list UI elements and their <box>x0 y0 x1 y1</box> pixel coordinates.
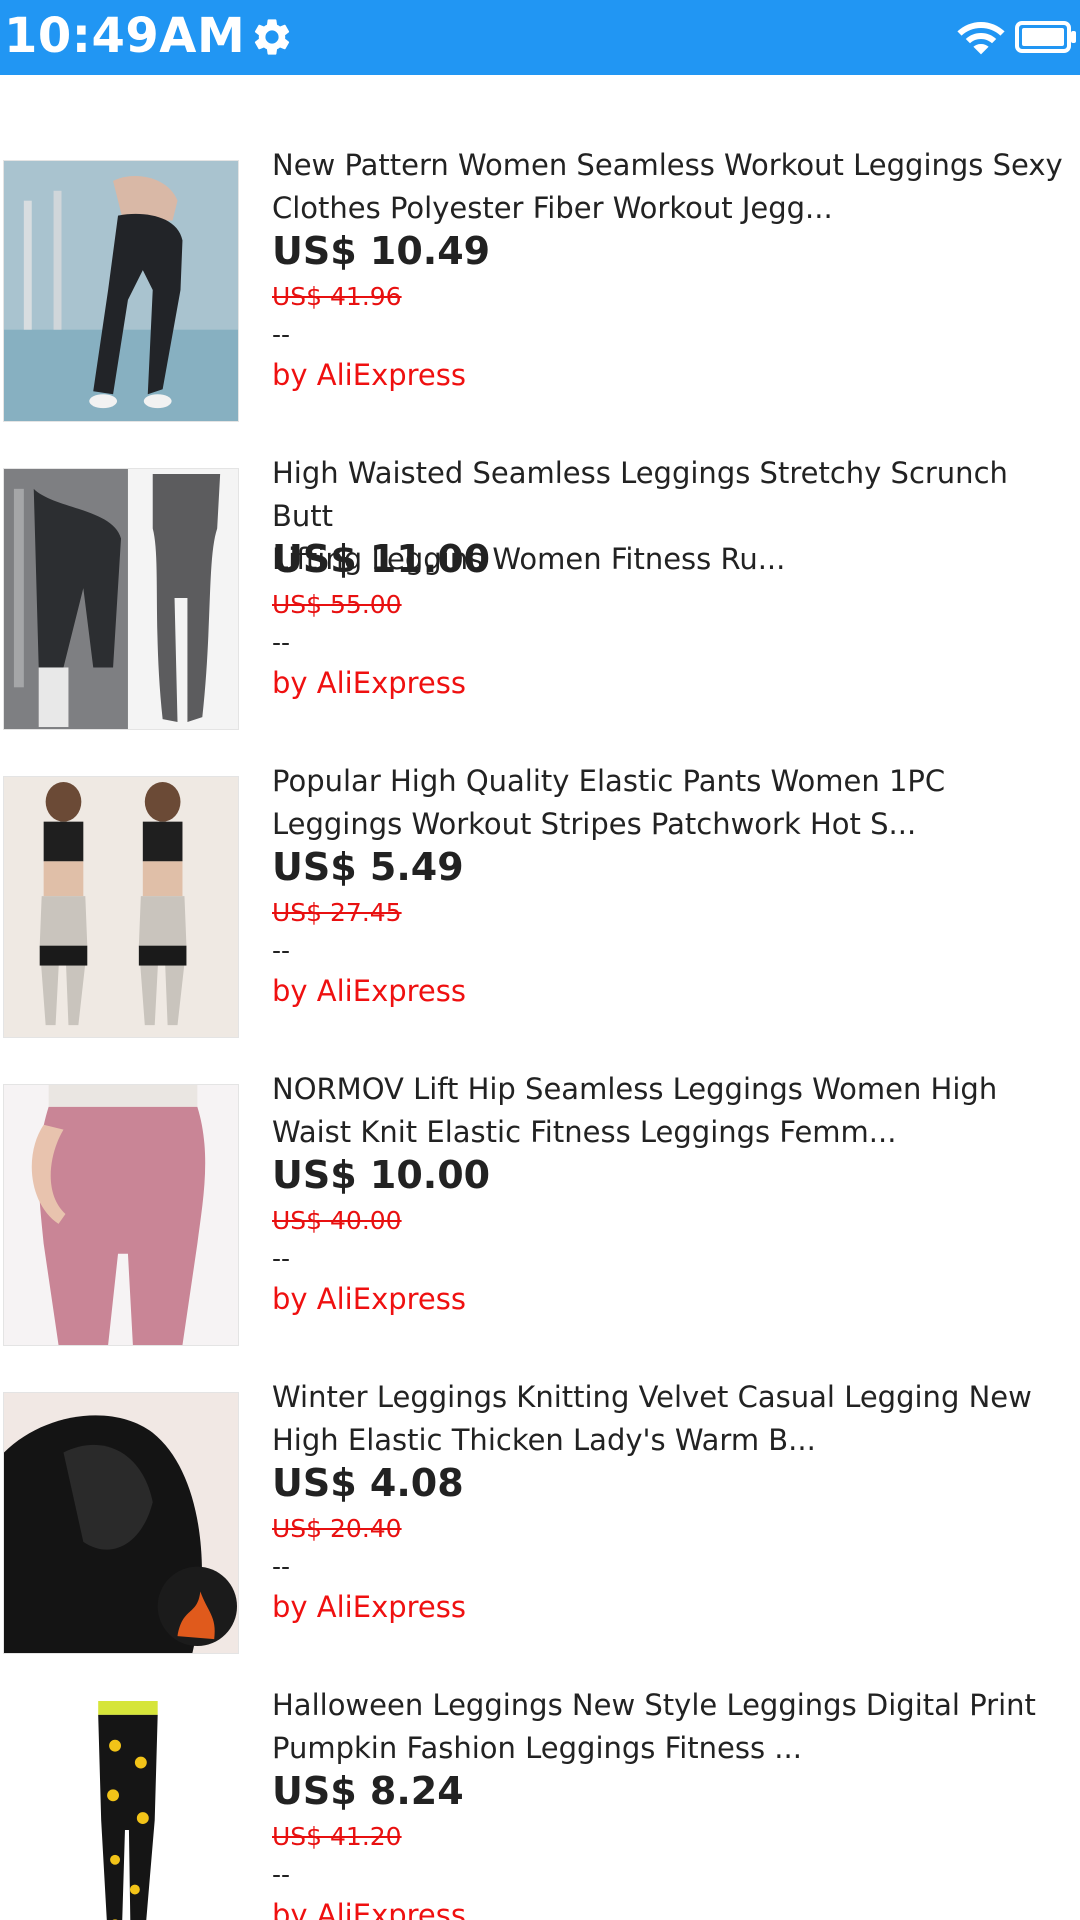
product-title[interactable]: Halloween Leggings New Style Leggings Di… <box>272 1684 1072 1770</box>
product-item[interactable]: Halloween Leggings New Style Leggings Di… <box>0 1688 1080 1920</box>
product-title[interactable]: Winter Leggings Knitting Velvet Casual L… <box>272 1376 1072 1462</box>
product-rating: -- <box>272 1860 291 1889</box>
product-price: US$ 10.00 <box>272 1153 491 1197</box>
product-title[interactable]: NORMOV Lift Hip Seamless Leggings Women … <box>272 1068 1072 1154</box>
product-original-price: US$ 20.40 <box>272 1514 402 1543</box>
product-seller: by AliExpress <box>272 1898 466 1920</box>
product-image[interactable] <box>3 468 239 730</box>
product-item[interactable]: Winter Leggings Knitting Velvet Casual L… <box>0 1380 1080 1700</box>
product-price: US$ 10.49 <box>272 229 491 273</box>
product-image[interactable] <box>3 776 239 1038</box>
product-price: US$ 8.24 <box>272 1769 464 1813</box>
product-image[interactable] <box>3 160 239 422</box>
product-rating: -- <box>272 320 291 349</box>
battery-icon <box>1015 21 1076 53</box>
product-seller: by AliExpress <box>272 666 466 700</box>
status-time: 10:49AM <box>4 8 246 64</box>
product-rating: -- <box>272 628 291 657</box>
product-image[interactable] <box>3 1392 239 1654</box>
product-image[interactable] <box>3 1700 239 1920</box>
product-title[interactable]: New Pattern Women Seamless Workout Leggi… <box>272 144 1072 230</box>
product-rating: -- <box>272 1244 291 1273</box>
product-original-price: US$ 41.20 <box>272 1822 402 1851</box>
status-bar: 10:49AM <box>0 0 1080 75</box>
product-item[interactable]: High Waisted Seamless Leggings Stretchy … <box>0 456 1080 776</box>
product-title[interactable]: Popular High Quality Elastic Pants Women… <box>272 760 1072 846</box>
product-seller: by AliExpress <box>272 974 466 1008</box>
product-original-price: US$ 41.96 <box>272 282 402 311</box>
product-price: US$ 5.49 <box>272 845 464 889</box>
product-price: US$ 4.08 <box>272 1461 464 1505</box>
wifi-icon <box>957 22 1005 55</box>
product-seller: by AliExpress <box>272 358 466 392</box>
product-rating: -- <box>272 936 291 965</box>
product-item[interactable]: Popular High Quality Elastic Pants Women… <box>0 764 1080 1084</box>
product-item[interactable]: New Pattern Women Seamless Workout Leggi… <box>0 148 1080 468</box>
product-original-price: US$ 55.00 <box>272 590 402 619</box>
product-price: US$ 11.00 <box>272 537 491 581</box>
product-original-price: US$ 27.45 <box>272 898 402 927</box>
product-list[interactable]: New Pattern Women Seamless Workout Leggi… <box>0 75 1080 1920</box>
product-seller: by AliExpress <box>272 1590 466 1624</box>
product-item[interactable]: NORMOV Lift Hip Seamless Leggings Women … <box>0 1072 1080 1392</box>
product-original-price: US$ 40.00 <box>272 1206 402 1235</box>
gear-icon <box>254 19 290 55</box>
product-rating: -- <box>272 1552 291 1581</box>
product-image[interactable] <box>3 1084 239 1346</box>
product-seller: by AliExpress <box>272 1282 466 1316</box>
